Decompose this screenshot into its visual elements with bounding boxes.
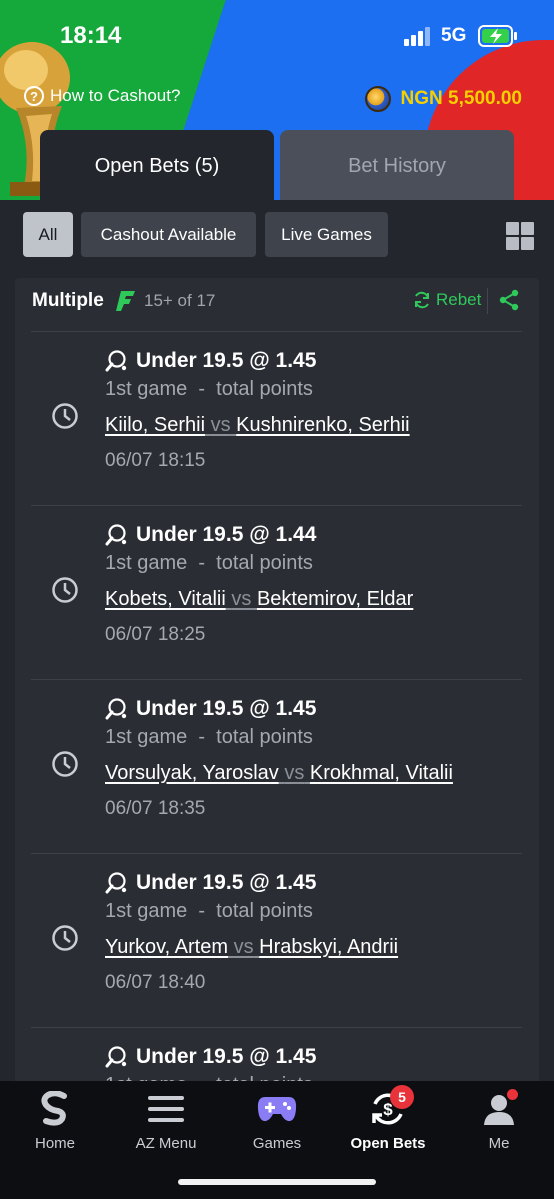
clock-icon bbox=[52, 577, 78, 603]
balance-amount: NGN 5,500.00 bbox=[400, 88, 522, 109]
bet-selection: Under 19.5 @ 1.44 1st game - total point… bbox=[31, 506, 522, 680]
bet-start-time: 06/07 18:35 bbox=[105, 798, 206, 819]
slip-count: 15+ of 17 bbox=[144, 291, 216, 310]
home-team: Kiilo, Serhii bbox=[105, 414, 206, 436]
away-team: Hrabskyi, Andrii bbox=[259, 936, 399, 958]
sporty-logo-icon bbox=[35, 1089, 75, 1129]
slip-type: Multiple bbox=[32, 290, 104, 311]
open-bets-icon: $ 5 bbox=[368, 1085, 414, 1129]
bet-pick-label: Under 19.5 @ 1.45 bbox=[136, 349, 317, 372]
nav-me[interactable]: Me bbox=[444, 1089, 554, 1159]
nav-az-menu[interactable]: AZ Menu bbox=[111, 1089, 221, 1159]
status-bar: 18:14 5G bbox=[0, 0, 554, 70]
away-team: Bektemirov, Eldar bbox=[256, 588, 414, 610]
bet-start-time: 06/07 18:25 bbox=[105, 624, 206, 645]
nav-games-label: Games bbox=[252, 1135, 302, 1152]
clock-icon bbox=[52, 403, 78, 429]
how-to-cashout-label: How to Cashout? bbox=[50, 86, 181, 105]
table-tennis-icon bbox=[105, 872, 127, 894]
header-divider bbox=[487, 288, 488, 314]
vs-label: vs bbox=[233, 936, 254, 958]
share-icon[interactable] bbox=[497, 288, 521, 312]
home-team: Yurkov, Artem bbox=[105, 936, 229, 958]
filter-bar: All Cashout Available Live Games bbox=[0, 200, 554, 276]
rebet-button[interactable]: Rebet bbox=[413, 290, 481, 310]
notification-dot bbox=[507, 1089, 518, 1100]
nav-open-bets-label: Open Bets bbox=[350, 1135, 426, 1152]
coin-icon bbox=[364, 86, 391, 112]
table-tennis-icon bbox=[105, 524, 127, 546]
battery-charging-icon bbox=[478, 25, 517, 47]
tab-open-bets-label: Open Bets (5) bbox=[94, 154, 220, 177]
bet-teams[interactable]: Kiilo, Serhii vs Kushnirenko, Serhii bbox=[105, 414, 410, 437]
home-team: Kobets, Vitalii bbox=[105, 588, 226, 610]
bet-slip-header: Multiple 15+ of 17 Rebet bbox=[15, 278, 539, 332]
home-indicator bbox=[178, 1179, 376, 1185]
home-team: Vorsulyak, Yaroslav bbox=[105, 762, 279, 784]
flex-logo-icon bbox=[116, 291, 135, 311]
nav-home[interactable]: Home bbox=[0, 1089, 110, 1159]
signal-icon bbox=[404, 27, 430, 46]
rebet-label: Rebet bbox=[436, 290, 482, 309]
bet-selection: Under 19.5 @ 1.45 1st game - total point… bbox=[31, 854, 522, 1028]
table-tennis-icon bbox=[105, 698, 127, 720]
how-to-cashout-link[interactable]: ? How to Cashout? bbox=[24, 86, 180, 106]
open-bets-badge: 5 bbox=[390, 1085, 414, 1109]
bet-teams[interactable]: Kobets, Vitalii vs Bektemirov, Eldar bbox=[105, 588, 413, 611]
bet-pick-label: Under 19.5 @ 1.45 bbox=[136, 871, 317, 894]
nav-me-label: Me bbox=[488, 1135, 510, 1152]
tab-bet-history-label: Bet History bbox=[348, 154, 446, 177]
bet-slip-card: Multiple 15+ of 17 Rebet Under 19.5 @ 1.… bbox=[15, 278, 539, 1099]
grid-view-icon[interactable] bbox=[506, 222, 534, 250]
bet-market: 1st game - total points bbox=[105, 726, 313, 748]
balance-display: NGN 5,500.00 bbox=[364, 86, 522, 112]
bet-selection: Under 19.5 @ 1.45 1st game - total point… bbox=[31, 332, 522, 506]
user-icon bbox=[479, 1089, 519, 1129]
bet-market: 1st game - total points bbox=[105, 378, 313, 400]
vs-label: vs bbox=[284, 762, 305, 784]
bet-pick: Under 19.5 @ 1.44 bbox=[104, 523, 316, 547]
table-tennis-icon bbox=[105, 1046, 127, 1068]
help-icon: ? bbox=[24, 86, 44, 106]
open-bets-screen: 18:14 5G ? How to Cashout? NGN 5,500.00 bbox=[0, 0, 554, 1199]
away-team: Kushnirenko, Serhii bbox=[236, 414, 410, 436]
nav-games[interactable]: Games bbox=[222, 1089, 332, 1159]
away-team: Krokhmal, Vitalii bbox=[309, 762, 453, 784]
menu-icon bbox=[146, 1089, 186, 1129]
bet-teams[interactable]: Yurkov, Artem vs Hrabskyi, Andrii bbox=[105, 936, 398, 959]
bet-pick: Under 19.5 @ 1.45 bbox=[104, 697, 316, 721]
bet-teams[interactable]: Vorsulyak, Yaroslav vs Krokhmal, Vitalii bbox=[105, 762, 453, 785]
bet-pick-label: Under 19.5 @ 1.45 bbox=[136, 1045, 317, 1068]
bet-market: 1st game - total points bbox=[105, 552, 313, 574]
bet-start-time: 06/07 18:15 bbox=[105, 450, 206, 471]
header-banner: 18:14 5G ? How to Cashout? NGN 5,500.00 bbox=[0, 0, 554, 200]
clock-icon bbox=[52, 751, 78, 777]
nav-home-label: Home bbox=[34, 1135, 75, 1152]
table-tennis-icon bbox=[105, 350, 127, 372]
vs-label: vs bbox=[210, 414, 231, 436]
bet-market: 1st game - total points bbox=[105, 900, 313, 922]
filter-cashout-button[interactable]: Cashout Available bbox=[81, 212, 256, 257]
nav-az-menu-label: AZ Menu bbox=[135, 1135, 197, 1152]
refresh-icon bbox=[415, 291, 429, 309]
bet-pick-label: Under 19.5 @ 1.45 bbox=[136, 697, 317, 720]
bet-pick: Under 19.5 @ 1.45 bbox=[104, 1045, 316, 1069]
tab-open-bets[interactable]: Open Bets (5) bbox=[40, 130, 274, 200]
bet-start-time: 06/07 18:40 bbox=[105, 972, 206, 993]
bet-pick-label: Under 19.5 @ 1.44 bbox=[136, 523, 317, 546]
tab-bet-history[interactable]: Bet History bbox=[280, 130, 514, 200]
bet-selection: Under 19.5 @ 1.45 1st game - total point… bbox=[31, 680, 522, 854]
status-time: 18:14 bbox=[60, 22, 122, 49]
bet-pick: Under 19.5 @ 1.45 bbox=[104, 349, 316, 373]
gamepad-icon bbox=[257, 1089, 297, 1129]
nav-open-bets[interactable]: $ 5 Open Bets bbox=[333, 1085, 443, 1159]
filter-live-button[interactable]: Live Games bbox=[265, 212, 388, 257]
bet-pick: Under 19.5 @ 1.45 bbox=[104, 871, 316, 895]
clock-icon bbox=[52, 925, 78, 951]
network-label: 5G bbox=[441, 25, 467, 46]
filter-all-button[interactable]: All bbox=[23, 212, 73, 257]
vs-label: vs bbox=[231, 588, 252, 610]
